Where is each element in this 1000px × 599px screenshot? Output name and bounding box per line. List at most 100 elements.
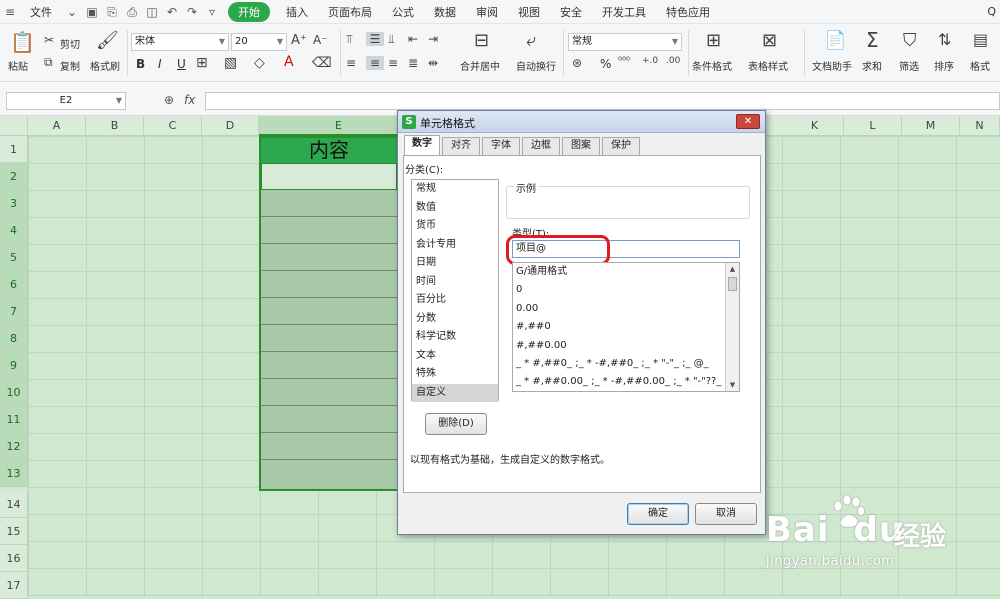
cell-e1[interactable]: 内容 [261, 138, 397, 163]
row-header[interactable]: 11 [0, 406, 28, 433]
format-icon[interactable]: ▤ [973, 30, 988, 49]
table-row[interactable] [261, 460, 397, 487]
tab-pattern[interactable]: 图案 [562, 137, 600, 155]
list-item[interactable]: G/通用格式 [513, 263, 725, 281]
row-header[interactable]: 16 [0, 545, 28, 572]
merge-center-button[interactable]: 合并居中 [460, 58, 500, 73]
undo-icon[interactable]: ↶ [165, 5, 179, 19]
filter-icon[interactable]: ⛉ [903, 30, 917, 51]
bold-button[interactable]: B [136, 57, 145, 71]
fx-label[interactable]: fx [184, 93, 195, 107]
copy-button[interactable]: 复制 [60, 58, 80, 73]
scroll-thumb[interactable] [728, 277, 737, 291]
list-item[interactable]: 文本 [412, 347, 498, 366]
tab-protection[interactable]: 保护 [602, 137, 640, 155]
tab-developer[interactable]: 开发工具 [592, 4, 656, 20]
corner-select-all[interactable] [0, 116, 28, 136]
column-header[interactable]: C [144, 116, 202, 136]
format-button[interactable]: 格式 [970, 58, 990, 73]
sum-icon[interactable]: Σ [866, 28, 879, 52]
column-header[interactable]: D [202, 116, 259, 136]
customize-icon[interactable]: ▿ [205, 5, 219, 19]
chevron-down-icon[interactable]: ⌄ [65, 5, 79, 19]
list-item[interactable]: #,##0 [513, 318, 725, 336]
indent-decrease-icon[interactable]: ⇤ [408, 32, 418, 46]
decrease-decimal-icon[interactable]: .00 [666, 56, 680, 66]
formula-input[interactable] [205, 92, 1000, 110]
dialog-titlebar[interactable]: S 单元格格式 ✕ [398, 111, 765, 133]
font-color-icon[interactable]: A [284, 54, 294, 70]
font-size-select[interactable]: 20 ▼ [231, 33, 287, 51]
print-icon[interactable]: ⎙ [125, 5, 139, 19]
scroll-up-icon[interactable]: ▲ [726, 263, 739, 275]
row-header[interactable]: 10 [0, 379, 28, 406]
thousands-icon[interactable]: ⁰⁰⁰ [618, 56, 630, 67]
tab-border[interactable]: 边框 [522, 137, 560, 155]
doc-helper-button[interactable]: 文档助手 [812, 58, 852, 73]
align-top-icon[interactable]: ⫪ [346, 32, 353, 47]
zoom-icon[interactable]: ⊕ [164, 93, 174, 107]
row-header[interactable]: 12 [0, 433, 28, 460]
merge-center-icon[interactable]: ⊟ [474, 30, 489, 51]
currency-icon[interactable]: ⊛ [572, 56, 582, 70]
list-item[interactable]: _ * #,##0.00_ ;_ * -#,##0.00_ ;_ * "-"??… [513, 373, 725, 391]
list-item[interactable]: 数值 [412, 199, 498, 218]
row-header[interactable]: 13 [0, 460, 28, 487]
column-header[interactable]: K [786, 116, 844, 136]
italic-button[interactable]: I [158, 57, 162, 71]
font-name-select[interactable]: 宋体 ▼ [131, 33, 229, 51]
doc-helper-icon[interactable]: 📄 [824, 30, 846, 51]
row-header[interactable]: 3 [0, 190, 28, 217]
underline-button[interactable]: U [177, 57, 186, 71]
row-header[interactable]: 4 [0, 217, 28, 244]
format-painter-button[interactable]: 格式刷 [90, 58, 120, 73]
sort-icon[interactable]: ⇅ [938, 30, 951, 49]
eraser-icon[interactable]: ⌫ [312, 55, 332, 71]
row-header[interactable]: 7 [0, 298, 28, 325]
list-item[interactable]: 货币 [412, 217, 498, 236]
redo-icon[interactable]: ↷ [185, 5, 199, 19]
ok-button[interactable]: 确定 [627, 503, 689, 525]
row-header[interactable]: 5 [0, 244, 28, 271]
tab-alignment[interactable]: 对齐 [442, 137, 480, 155]
table-style-button[interactable]: 表格样式 [748, 58, 788, 73]
list-item[interactable]: _ * #,##0_ ;_ * -#,##0_ ;_ * "-"_ ;_ @_ [513, 355, 725, 373]
tab-insert[interactable]: 插入 [276, 4, 318, 20]
tab-view[interactable]: 视图 [508, 4, 550, 20]
row-header[interactable]: 15 [0, 518, 28, 545]
column-header[interactable]: B [86, 116, 144, 136]
list-item[interactable]: 百分比 [412, 291, 498, 310]
type-list[interactable]: G/通用格式 0 0.00 #,##0 #,##0.00 _ * #,##0_ … [512, 262, 740, 392]
table-row[interactable] [261, 244, 397, 271]
align-right-icon[interactable]: ≡ [388, 56, 398, 70]
font-grow-icon[interactable]: A⁺ [291, 33, 307, 48]
tab-page-layout[interactable]: 页面布局 [318, 4, 382, 20]
table-style-icon[interactable]: ⊠ [762, 30, 777, 51]
list-item[interactable]: 0.00 [513, 300, 725, 318]
align-bottom-icon[interactable]: ⫫ [388, 32, 395, 47]
column-header[interactable]: M [902, 116, 960, 136]
tab-home[interactable]: 开始 [228, 1, 270, 22]
list-item[interactable]: 常规 [412, 180, 498, 199]
filter-button[interactable]: 筛选 [899, 58, 919, 73]
preview-icon[interactable]: ◫ [145, 5, 159, 19]
file-menu[interactable]: 文件 [20, 4, 62, 20]
column-header[interactable]: A [28, 116, 86, 136]
indent-increase-icon[interactable]: ⇥ [428, 32, 438, 46]
fill-color-icon[interactable]: ◇ [254, 55, 265, 71]
tab-data[interactable]: 数据 [424, 4, 466, 20]
align-center-icon[interactable]: ≡ [366, 56, 384, 70]
list-item[interactable]: 0 [513, 281, 725, 299]
percent-button[interactable]: % [600, 57, 611, 71]
list-item[interactable]: 日期 [412, 254, 498, 273]
column-header[interactable]: N [960, 116, 1000, 136]
export-icon[interactable]: ⎘ [105, 5, 119, 19]
tab-security[interactable]: 安全 [550, 4, 592, 20]
tab-font[interactable]: 字体 [482, 137, 520, 155]
list-item[interactable]: 分数 [412, 310, 498, 329]
list-item[interactable]: 科学记数 [412, 328, 498, 347]
row-header[interactable]: 14 [0, 491, 28, 518]
fill-icon[interactable]: ▧ [224, 55, 237, 71]
sort-button[interactable]: 排序 [934, 58, 954, 73]
list-item[interactable]: 会计专用 [412, 236, 498, 255]
